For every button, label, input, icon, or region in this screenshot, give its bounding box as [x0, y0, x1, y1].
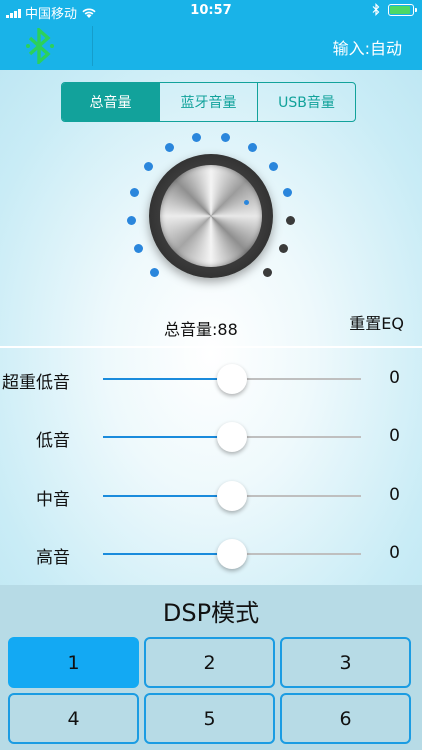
tab-master-volume[interactable]: 总音量 — [62, 83, 160, 121]
volume-level-dot — [192, 132, 202, 142]
slider-thumb[interactable] — [217, 364, 247, 394]
volume-level-dot — [269, 162, 279, 172]
nav-divider — [92, 26, 93, 66]
eq-value: 0 — [389, 485, 400, 505]
eq-label: 低音 — [36, 431, 70, 451]
eq-label: 中音 — [36, 490, 70, 510]
eq-label: 高音 — [36, 548, 70, 568]
volume-level-dot — [220, 132, 230, 142]
slider-fill — [103, 495, 232, 497]
dsp-mode-button-3[interactable]: 3 — [280, 637, 411, 688]
volume-level-dot — [130, 187, 140, 197]
bluetooth-logo-icon[interactable] — [24, 28, 56, 64]
input-mode-button[interactable]: 输入:自动 — [333, 35, 402, 59]
volume-level-dot — [143, 162, 153, 172]
dsp-mode-button-1[interactable]: 1 — [8, 637, 139, 688]
knob-indicator — [244, 200, 249, 205]
volume-knob[interactable] — [149, 154, 273, 278]
dsp-mode-button-4[interactable]: 4 — [8, 693, 139, 744]
eq-slider[interactable] — [103, 481, 361, 511]
reset-eq-button[interactable]: 重置EQ — [349, 310, 404, 334]
slider-thumb[interactable] — [217, 481, 247, 511]
status-right — [372, 3, 417, 16]
divider-line — [0, 346, 422, 348]
eq-slider[interactable] — [103, 539, 361, 569]
tab-bluetooth-volume[interactable]: 蓝牙音量 — [160, 83, 258, 121]
slider-fill — [103, 378, 232, 380]
tab-usb-volume[interactable]: USB音量 — [258, 83, 355, 121]
volume-level-dot — [126, 216, 136, 226]
dsp-mode-grid: 1 2 3 4 5 6 — [8, 637, 412, 744]
volume-level-dot — [149, 268, 159, 278]
battery-icon — [388, 3, 417, 16]
status-time: 10:57 — [190, 3, 232, 18]
volume-level-dot — [286, 216, 296, 226]
eq-row-bass: 低音 0 — [0, 418, 422, 454]
volume-knob-area — [116, 130, 306, 295]
status-bar: 中国移动 10:57 — [0, 0, 422, 22]
volume-level-dot — [133, 244, 143, 254]
volume-level-dot — [279, 244, 289, 254]
slider-fill — [103, 436, 232, 438]
eq-row-treble: 高音 0 — [0, 535, 422, 571]
master-volume-label: 总音量:88 — [164, 320, 238, 339]
slider-fill — [103, 553, 232, 555]
eq-value: 0 — [389, 368, 400, 388]
volume-tabs: 总音量 蓝牙音量 USB音量 — [61, 82, 356, 122]
knob-face — [160, 165, 262, 267]
main-panel: 总音量 蓝牙音量 USB音量 总音量:88 重置EQ 超重低音 0 低音 0 中… — [0, 70, 422, 585]
dsp-mode-button-6[interactable]: 6 — [280, 693, 411, 744]
eq-slider[interactable] — [103, 364, 361, 394]
eq-row-subwoofer: 超重低音 0 — [0, 360, 422, 396]
nav-bar: 输入:自动 — [0, 22, 422, 70]
dsp-panel: DSP模式 1 2 3 4 5 6 — [0, 585, 422, 750]
slider-thumb[interactable] — [217, 422, 247, 452]
dsp-mode-button-2[interactable]: 2 — [144, 637, 275, 688]
volume-level-dot — [263, 268, 273, 278]
eq-slider[interactable] — [103, 422, 361, 452]
eq-row-mid: 中音 0 — [0, 477, 422, 513]
dsp-mode-button-5[interactable]: 5 — [144, 693, 275, 744]
eq-value: 0 — [389, 543, 400, 563]
volume-level-dot — [165, 143, 175, 153]
eq-value: 0 — [389, 426, 400, 446]
volume-level-dot — [282, 187, 292, 197]
bluetooth-status-icon — [372, 3, 380, 16]
eq-label: 超重低音 — [2, 373, 70, 393]
dsp-title: DSP模式 — [162, 599, 260, 627]
slider-thumb[interactable] — [217, 539, 247, 569]
volume-level-dot — [247, 143, 257, 153]
